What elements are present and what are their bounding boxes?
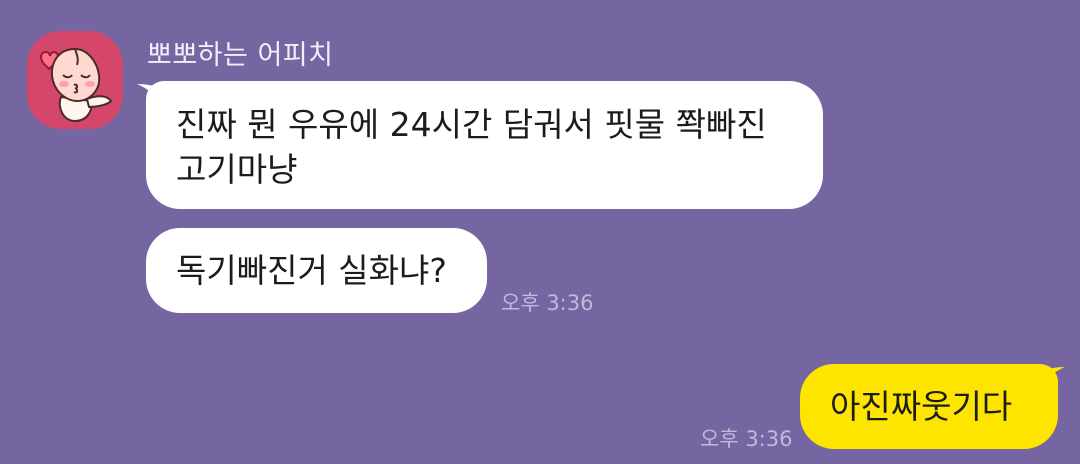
message-text-line: 진짜 뭔 우유에 24시간 담궈서 핏물 쫙빠진 (176, 105, 767, 144)
outgoing-message-bubble[interactable]: 아진짜웃기다 (800, 364, 1058, 449)
message-text-line: 고기마냥 (176, 150, 298, 189)
sender-avatar[interactable] (27, 31, 123, 129)
message-text-line: 독기빠진거 실화냐? (176, 251, 447, 290)
incoming-message-bubble[interactable]: 진짜 뭔 우유에 24시간 담궈서 핏물 쫙빠진 고기마냥 (146, 81, 823, 209)
message-timestamp: 오후 3:36 (700, 427, 793, 451)
chat-room: 뽀뽀하는 어피치 진짜 뭔 우유에 24시간 담궈서 핏물 쫙빠진 고기마냥 독… (0, 0, 1080, 464)
message-timestamp: 오후 3:36 (501, 291, 594, 315)
apeach-kiss-avatar-icon (39, 47, 113, 123)
message-text: 아진짜웃기다 (830, 387, 1013, 426)
incoming-message-bubble[interactable]: 독기빠진거 실화냐? (146, 228, 487, 313)
sender-name: 뽀뽀하는 어피치 (147, 40, 334, 71)
